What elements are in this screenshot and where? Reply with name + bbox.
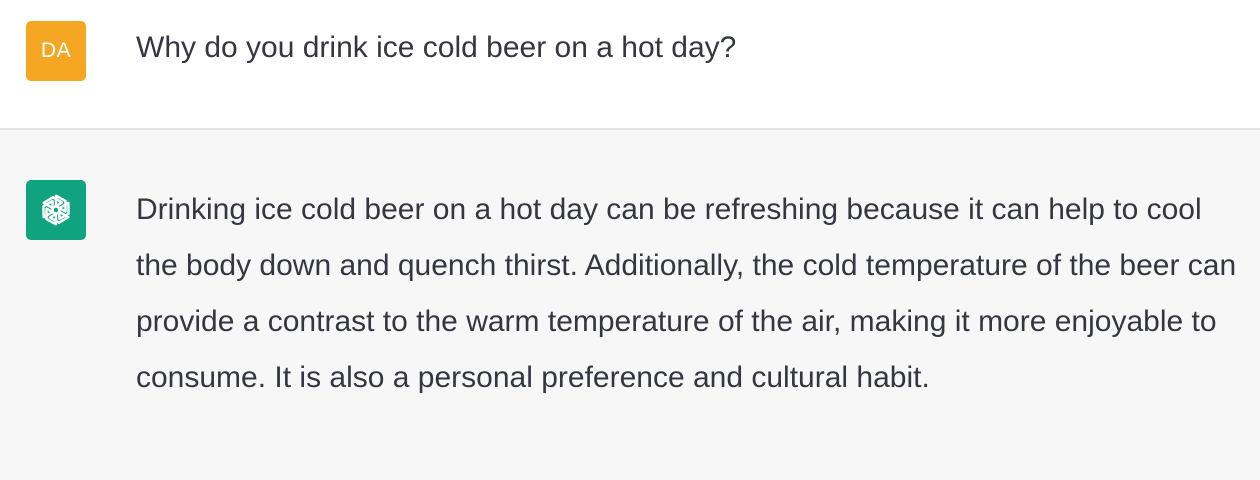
user-message-row: DA Why do you drink ice cold beer on a h… [0,0,1260,130]
chat-conversation: DA Why do you drink ice cold beer on a h… [0,0,1260,480]
openai-logo-icon [42,194,70,226]
user-message-text: Why do you drink ice cold beer on a hot … [136,31,737,64]
user-avatar: DA [26,21,86,81]
assistant-message-text: Drinking ice cold beer on a hot day can … [136,193,1237,394]
assistant-message-row: Drinking ice cold beer on a hot day can … [0,130,1260,480]
assistant-avatar [26,180,86,240]
